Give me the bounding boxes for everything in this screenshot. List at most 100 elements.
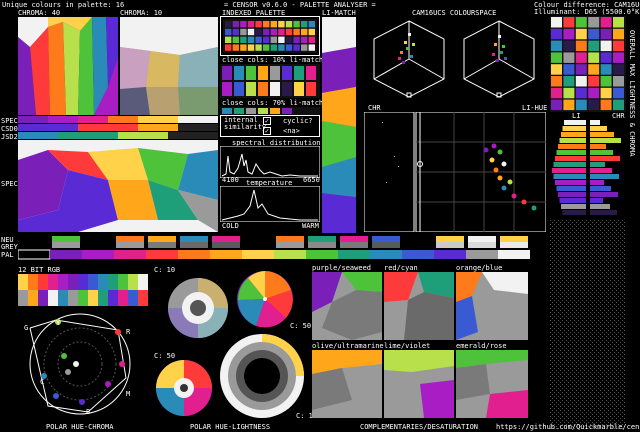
palette-grid-swatch <box>588 64 600 75</box>
lightness-bar <box>558 144 586 149</box>
close-cols-10-swatches <box>220 64 320 98</box>
app-title: = CENSOR v0.6.0 - PALETTE ANALYSER = <box>224 1 376 9</box>
indexed-palette-swatch <box>293 28 300 36</box>
chroma-bar <box>590 144 606 149</box>
indexed-palette-swatch <box>308 44 315 51</box>
palette-grid-swatch <box>563 28 575 40</box>
indexed-palette-swatch <box>285 28 293 36</box>
complementary-red-cyan <box>384 272 454 340</box>
indexed-palette-swatch <box>247 21 255 28</box>
indexed-palette-swatch <box>293 21 300 28</box>
lightness-bar <box>552 168 586 173</box>
indexed-palette-swatch <box>308 36 315 43</box>
palette-grid-right <box>550 16 626 112</box>
li-hue-label: LI-HUE <box>522 104 548 112</box>
indexed-palette-swatch <box>225 36 232 43</box>
indexed-palette-swatch <box>240 44 247 51</box>
chroma-bar <box>590 132 614 137</box>
spec-label: SPEC <box>1 117 18 125</box>
jsd2-label: JSD2 <box>1 133 18 141</box>
hue-lightness-wheel-c10b <box>220 334 304 418</box>
hue-label-b: B <box>86 408 91 416</box>
na-label: <na> <box>283 127 300 135</box>
pair-label-3: orange/blue <box>456 264 503 272</box>
indexed-palette-swatch <box>301 36 308 43</box>
lightness-bar <box>561 204 586 209</box>
indexed-palette-swatch <box>270 44 277 51</box>
palette-grid-swatch <box>600 28 612 40</box>
csd0-label: CSD0 <box>1 125 18 133</box>
palette-grid-swatch <box>588 87 600 99</box>
indexed-palette-swatch <box>278 36 285 43</box>
chroma-bar <box>590 210 617 215</box>
indexed-palette-swatch <box>225 21 232 28</box>
li-match-strip <box>322 17 356 233</box>
indexed-palette-swatch <box>308 28 315 36</box>
palette-grid-swatch <box>551 87 562 99</box>
palette-grid-swatch <box>551 52 562 63</box>
indexed-palette-swatch <box>232 44 239 51</box>
chroma-bar <box>590 168 612 173</box>
lightness-bar <box>559 138 586 143</box>
indexed-palette-swatch <box>263 44 270 51</box>
warm-label: WARM <box>302 222 319 230</box>
palette-grid-swatch <box>613 87 624 99</box>
palette-grid-swatch <box>563 40 575 52</box>
palette-grid-swatch <box>600 40 612 52</box>
pair-label-4: olive/ultramarine <box>312 342 384 350</box>
chroma-bar <box>590 180 604 185</box>
palette-grid-swatch <box>613 76 624 87</box>
indexed-palette-swatch <box>255 28 262 36</box>
palette-grid-swatch <box>551 99 562 111</box>
palette-grid-swatch <box>575 40 587 52</box>
palette-grid-swatch <box>613 52 624 63</box>
indexed-palette-swatch <box>285 36 293 43</box>
palette-grid-swatch <box>575 17 587 28</box>
spec-bus-blend <box>18 140 218 232</box>
close-cols-70-swatches <box>220 107 320 115</box>
cold-label: COLD <box>222 222 239 230</box>
hue-label-r: R <box>126 328 131 336</box>
chroma-40-voronoi <box>18 17 118 115</box>
pair-label-6: emerald/rose <box>456 342 507 350</box>
rgb12-grid <box>18 274 148 306</box>
cyclic-checkbox[interactable]: ✓ <box>263 127 271 135</box>
close-cols-70-label: close cols: 70% li-match <box>222 99 324 107</box>
indexed-palette-swatch <box>301 21 308 28</box>
lightness-bar <box>564 120 586 125</box>
indexed-palette-swatch <box>247 28 255 36</box>
spectral-max-label: 6650 <box>303 176 320 184</box>
complementary-purple-seaweed <box>312 272 382 340</box>
github-link[interactable]: https://github.com/Quickmarble/censor <box>496 423 640 431</box>
complementary-emerald-rose <box>456 350 528 418</box>
palette-grid-swatch <box>563 87 575 99</box>
chroma-bar <box>590 192 618 197</box>
indexed-palette-swatch <box>293 44 300 51</box>
spec-bars <box>18 116 218 139</box>
internal-similarity-label: internal similarity <box>224 116 267 131</box>
palette-grid-swatch <box>575 99 587 111</box>
internal-similarity-checkbox[interactable]: ✓ <box>263 117 271 125</box>
hue-lightness-wheel-c10 <box>168 278 228 338</box>
lightness-bar <box>556 186 586 191</box>
indexed-palette-swatch <box>301 28 308 36</box>
lightness-bar <box>553 162 586 167</box>
cyclic-label: cyclic? <box>283 117 313 125</box>
indexed-palette-swatch <box>240 36 247 43</box>
palette-grid-swatch <box>551 64 562 75</box>
indexed-palette-swatch <box>232 28 239 36</box>
colourspace-label: CAM16UCS COLOURSPACE <box>412 9 497 17</box>
indexed-palette-swatch <box>285 21 293 28</box>
indexed-palette-swatch <box>278 44 285 51</box>
hue-label-c: C <box>40 378 45 386</box>
complementary-olive-ultramarine <box>312 350 382 418</box>
chroma-bar <box>590 120 600 125</box>
indexed-palette-swatch <box>247 36 255 43</box>
li-match-label: LI-MATCH <box>322 9 356 17</box>
indexed-palette-swatch <box>293 36 300 43</box>
chroma-bar <box>590 174 619 179</box>
palette-grid-swatch <box>600 17 612 28</box>
palette-grid-swatch <box>613 64 624 75</box>
lightness-bar <box>558 192 586 197</box>
spectral-min-label: 4100 <box>222 176 239 184</box>
